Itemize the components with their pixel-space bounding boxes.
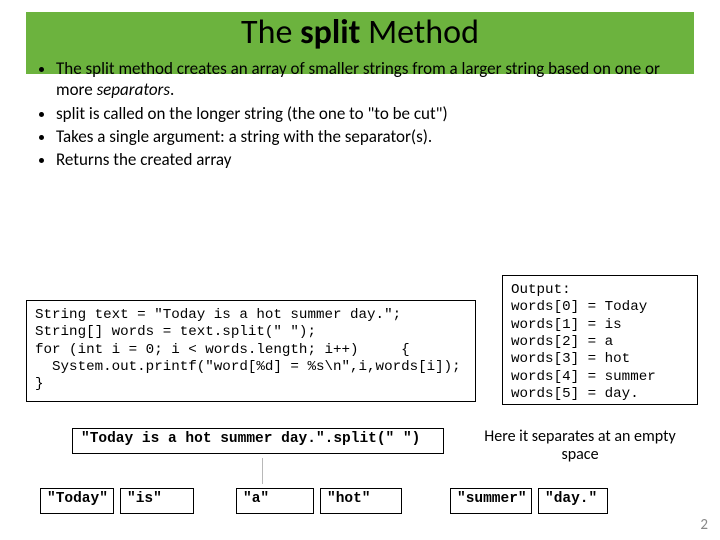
token-box: "day." bbox=[538, 488, 608, 514]
b0-bold: split bbox=[86, 58, 115, 79]
title-post: Method bbox=[360, 12, 479, 53]
token-box: "summer" bbox=[450, 488, 532, 514]
code-block-output: Output: words[0] = Today words[1] = is w… bbox=[502, 275, 698, 405]
token-box: "hot" bbox=[320, 488, 402, 514]
slide-root: The split Method The split method create… bbox=[0, 0, 720, 540]
bullet-list: The split method creates an array of sma… bbox=[32, 58, 692, 172]
bullet-item: Returns the created array bbox=[56, 149, 692, 170]
slide-title: The split Method bbox=[0, 12, 720, 53]
bullet-item: split is called on the longer string (th… bbox=[56, 103, 692, 124]
token-box: "Today" bbox=[40, 488, 114, 514]
b0-post2: . bbox=[170, 79, 174, 100]
code-block-source: String text = "Today is a hot summer day… bbox=[26, 300, 476, 402]
token-box: "is" bbox=[120, 488, 194, 514]
token-row: "Today" "is" "a" "hot" "summer" "day." bbox=[40, 488, 680, 516]
title-bold: split bbox=[300, 12, 360, 53]
token-box: "a" bbox=[236, 488, 314, 514]
arrow-down-icon bbox=[262, 458, 263, 484]
expression-box: "Today is a hot summer day.".split(" ") bbox=[72, 428, 444, 454]
b0-ital: separators bbox=[97, 79, 170, 100]
page-number: 2 bbox=[700, 516, 708, 534]
bullet-item: The split method creates an array of sma… bbox=[56, 58, 692, 101]
separator-note: Here it separates at an empty space bbox=[470, 428, 690, 465]
title-pre: The bbox=[241, 12, 300, 53]
bullet-item: Takes a single argument: a string with t… bbox=[56, 126, 692, 147]
b0-pre: The bbox=[56, 58, 86, 79]
